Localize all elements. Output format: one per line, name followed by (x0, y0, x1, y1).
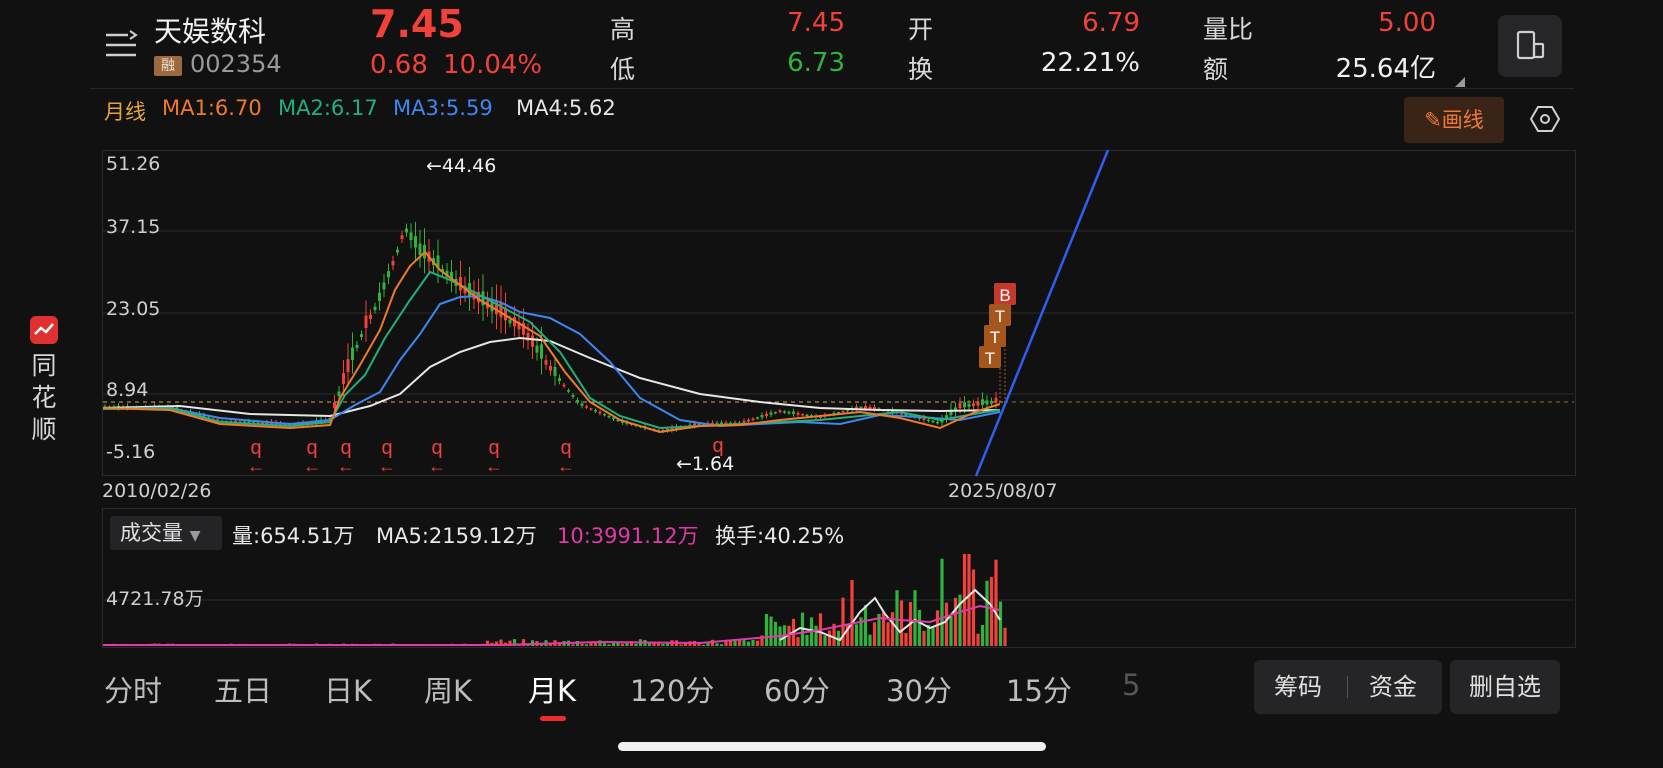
volume-bar (967, 554, 971, 646)
chips-button[interactable]: 筹码 (1274, 660, 1322, 714)
volume-bar (863, 605, 868, 646)
tab-30min[interactable]: 30分 (886, 668, 952, 710)
pill-divider (1347, 676, 1348, 698)
remove-watchlist-button[interactable]: 删自选 (1450, 660, 1560, 714)
chips-funds-toggle: 筹码 资金 (1254, 660, 1442, 714)
volume-bar (773, 621, 778, 646)
volume-bar (949, 616, 953, 646)
volume-bar (868, 634, 872, 646)
volume-bar (571, 644, 575, 646)
volume-bar (620, 643, 625, 646)
home-indicator[interactable] (618, 742, 1046, 751)
tab-5min[interactable]: 5 (1122, 668, 1140, 702)
volume-bar (980, 624, 985, 646)
volume-bar (751, 639, 755, 646)
volume-bar (661, 643, 665, 646)
tab-five-day[interactable]: 五日 (214, 668, 272, 710)
active-tab-indicator (540, 716, 566, 721)
volume-bar (634, 643, 638, 646)
volume-bar (904, 633, 908, 646)
volume-bar (679, 644, 683, 646)
volume-bar (814, 625, 818, 646)
volume-bar (890, 612, 895, 646)
volume-bar (697, 643, 701, 646)
volume-bar (742, 640, 746, 646)
volume-bar (994, 559, 998, 646)
volume-ma10: 10:3991.12万 (557, 524, 699, 548)
tab-monthly-k[interactable]: 月K (528, 668, 576, 710)
volume-bar (899, 600, 904, 646)
volume-bar (1003, 627, 1007, 646)
tab-intraday[interactable]: 分时 (104, 668, 162, 710)
volume-bar (985, 580, 989, 646)
volume-bar (584, 644, 589, 646)
volume-bar (755, 640, 760, 646)
volume-bar (940, 558, 944, 646)
volume-bar (548, 644, 553, 646)
volume-bar (764, 613, 769, 646)
volume-bar (895, 590, 899, 646)
volume-bar (602, 643, 607, 646)
volume-bar (976, 633, 980, 646)
volume-bar (715, 643, 719, 646)
volume-bar (850, 580, 854, 646)
tab-60min[interactable]: 60分 (764, 668, 830, 710)
volume-bar (580, 643, 584, 646)
volume-bar (769, 616, 773, 646)
volume-bar (625, 642, 629, 646)
funds-button[interactable]: 资金 (1369, 660, 1417, 714)
volume-bar (737, 639, 742, 646)
volume-bar (719, 644, 724, 646)
volume-ma5: MA5:2159.12万 (376, 524, 537, 548)
volume-bar (944, 602, 949, 646)
volume-bar (931, 626, 935, 646)
volume-indicator-label: 成交量 (120, 521, 183, 545)
volume-bar (935, 610, 940, 646)
volume-bar (607, 644, 611, 646)
volume-chart (103, 554, 1574, 646)
volume-bar (796, 637, 800, 646)
tab-weekly-k[interactable]: 周K (424, 668, 472, 710)
volume-bar (724, 641, 728, 646)
volume-bar (854, 624, 859, 646)
turnover-rate: 换手:40.25% (715, 524, 845, 548)
tab-120min[interactable]: 120分 (630, 668, 714, 710)
volume-bar (913, 590, 917, 646)
volume-indicator-dropdown[interactable]: 成交量 ▼ (110, 516, 222, 550)
volume-bar (989, 577, 994, 646)
volume-bar (823, 635, 827, 646)
volume-bar (998, 601, 1003, 646)
volume-bar (746, 641, 751, 646)
volume-bar (701, 644, 706, 646)
volume-bar (917, 609, 922, 646)
chevron-down-icon: ▼ (189, 528, 201, 544)
tab-daily-k[interactable]: 日K (324, 668, 372, 710)
volume-bar (953, 597, 958, 646)
volume-bar (827, 630, 832, 646)
volume-bar (886, 622, 890, 646)
volume-bar (733, 640, 737, 646)
volume-bar (872, 622, 877, 646)
volume-axis-label: 4721.78万 (106, 588, 204, 610)
volume-value: 量:654.51万 (232, 524, 355, 548)
volume-bar (805, 634, 809, 646)
tab-15min[interactable]: 15分 (1006, 668, 1072, 710)
volume-bar (922, 630, 926, 646)
